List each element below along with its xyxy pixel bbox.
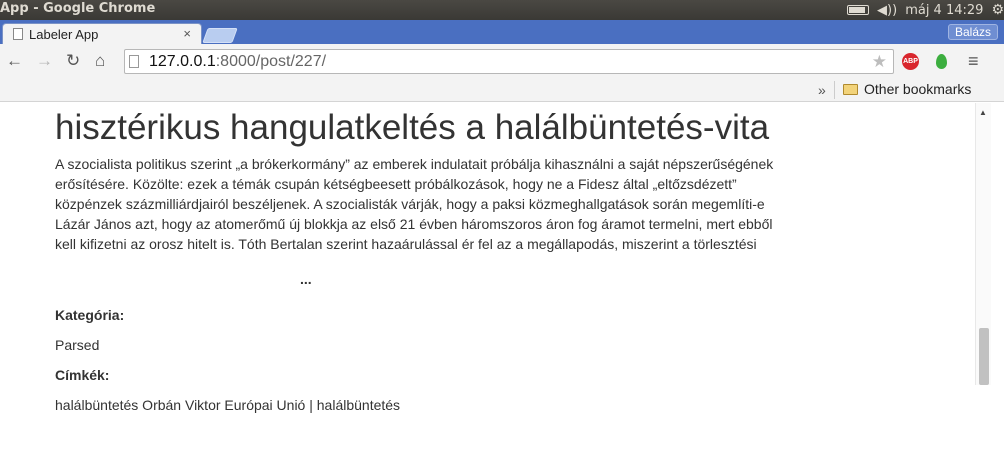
post-content: hisztérikus hangulatkeltés a halálbüntet… (55, 103, 795, 413)
profile-button[interactable]: Balázs (947, 24, 998, 40)
tab-labeler-app[interactable]: Labeler App × (2, 23, 202, 44)
tags-label: Címkék: (55, 367, 110, 383)
volume-icon[interactable]: ◀)) (877, 3, 897, 18)
extension-leaf-icon[interactable] (936, 54, 947, 69)
page-icon (129, 55, 139, 68)
gear-icon[interactable]: ⚙ (991, 2, 1004, 18)
page-scrollbar[interactable]: ▲ (975, 103, 991, 385)
url-path: :8000/post/227/ (215, 52, 327, 70)
address-bar[interactable]: 127.0.0.1:8000/post/227/ ★ (124, 49, 894, 74)
url-host: 127.0.0.1 (149, 52, 216, 70)
bookmarks-divider (834, 81, 835, 99)
category-value: Parsed (55, 337, 100, 353)
os-top-panel: App - Google Chrome ◀)) máj 4 14:29 ⚙ (0, 0, 1004, 20)
adblock-plus-icon[interactable]: ABP (902, 53, 919, 70)
scroll-up-arrow-icon[interactable]: ▲ (979, 108, 987, 117)
menu-icon[interactable]: ≡ (968, 51, 979, 72)
document-icon (13, 28, 23, 40)
browser-toolbar: ← → ↻ ⌂ 127.0.0.1:8000/post/227/ ★ ABP ≡ (0, 44, 1004, 78)
forward-arrow-icon[interactable]: → (36, 52, 53, 70)
battery-icon[interactable] (847, 5, 870, 15)
ellipsis: ... (300, 271, 312, 287)
post-headline: hisztérikus hangulatkeltés a halálbüntet… (55, 108, 770, 147)
os-indicators: ◀)) máj 4 14:29 ⚙ (847, 0, 1004, 20)
tab-strip: Labeler App × Balázs (0, 20, 1004, 44)
post-body: A szocialista politikus szerint „a bróke… (55, 156, 774, 252)
back-arrow-icon[interactable]: ← (6, 52, 23, 70)
page-viewport: hisztérikus hangulatkeltés a halálbüntet… (0, 103, 1004, 449)
bookmarks-overflow-chevron[interactable]: » (818, 82, 826, 98)
folder-icon (843, 84, 858, 95)
home-icon[interactable]: ⌂ (95, 52, 105, 70)
scrollbar-thumb[interactable] (979, 328, 989, 385)
clock[interactable]: máj 4 14:29 (905, 3, 983, 18)
reload-icon[interactable]: ↻ (66, 52, 80, 70)
close-icon[interactable]: × (183, 26, 191, 41)
tab-title: Labeler App (29, 26, 99, 42)
window-title: App - Google Chrome (0, 1, 156, 16)
tags-value: halálbüntetés Orbán Viktor Európai Unió … (55, 397, 401, 413)
bookmarks-bar: » Other bookmarks (0, 78, 1004, 102)
new-tab-button[interactable] (202, 28, 238, 43)
bookmark-star-icon[interactable]: ★ (872, 52, 887, 72)
category-label: Kategória: (55, 307, 125, 323)
other-bookmarks-folder[interactable]: Other bookmarks (864, 81, 971, 97)
